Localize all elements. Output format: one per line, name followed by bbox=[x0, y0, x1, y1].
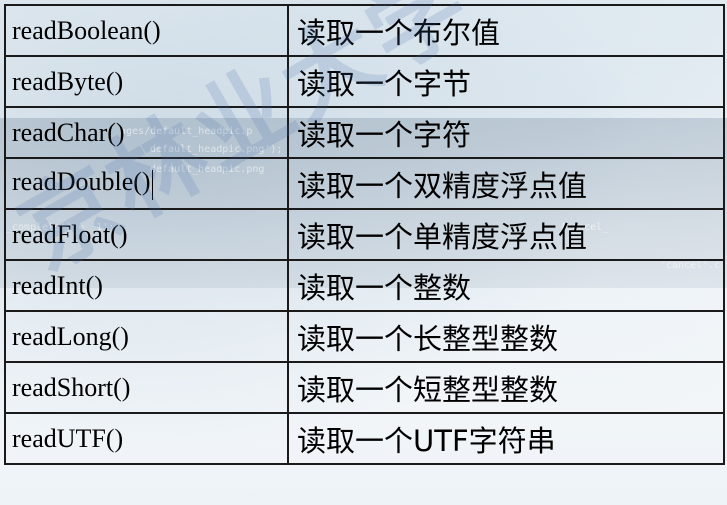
table-row: readBoolean() 读取一个布尔值 bbox=[4, 4, 725, 57]
method-cell: readShort() bbox=[4, 361, 289, 414]
description-cell: 读取一个字符 bbox=[287, 106, 725, 159]
description-cell: 读取一个长整型整数 bbox=[287, 310, 725, 363]
table-row: readByte() 读取一个字节 bbox=[4, 55, 725, 108]
method-cell: readUTF() bbox=[4, 412, 289, 465]
method-cell: readLong() bbox=[4, 310, 289, 363]
method-cell: readByte() bbox=[4, 55, 289, 108]
table-row: readChar() 读取一个字符 bbox=[4, 106, 725, 159]
table-row: readUTF() 读取一个UTF字符串 bbox=[4, 412, 725, 465]
method-text: readDouble() bbox=[12, 167, 151, 197]
table-row: readFloat() 读取一个单精度浮点值 bbox=[4, 208, 725, 261]
table-row: readDouble() 读取一个双精度浮点值 bbox=[4, 157, 725, 210]
description-cell: 读取一个字节 bbox=[287, 55, 725, 108]
datainput-methods-table: readBoolean() 读取一个布尔值 readByte() 读取一个字节 … bbox=[4, 4, 725, 465]
method-cell: readInt() bbox=[4, 259, 289, 312]
description-cell: 读取一个双精度浮点值 bbox=[287, 157, 725, 210]
description-cell: 读取一个UTF字符串 bbox=[287, 412, 725, 465]
method-cell: readFloat() bbox=[4, 208, 289, 261]
description-cell: 读取一个短整型整数 bbox=[287, 361, 725, 414]
description-cell: 读取一个整数 bbox=[287, 259, 725, 312]
text-cursor bbox=[151, 169, 153, 200]
description-cell: 读取一个单精度浮点值 bbox=[287, 208, 725, 261]
table-row: readInt() 读取一个整数 bbox=[4, 259, 725, 312]
method-cell: readChar() bbox=[4, 106, 289, 159]
table-row: readShort() 读取一个短整型整数 bbox=[4, 361, 725, 414]
description-cell: 读取一个布尔值 bbox=[287, 4, 725, 57]
table-row: readLong() 读取一个长整型整数 bbox=[4, 310, 725, 363]
method-cell: readBoolean() bbox=[4, 4, 289, 57]
method-cell[interactable]: readDouble() bbox=[4, 157, 289, 210]
